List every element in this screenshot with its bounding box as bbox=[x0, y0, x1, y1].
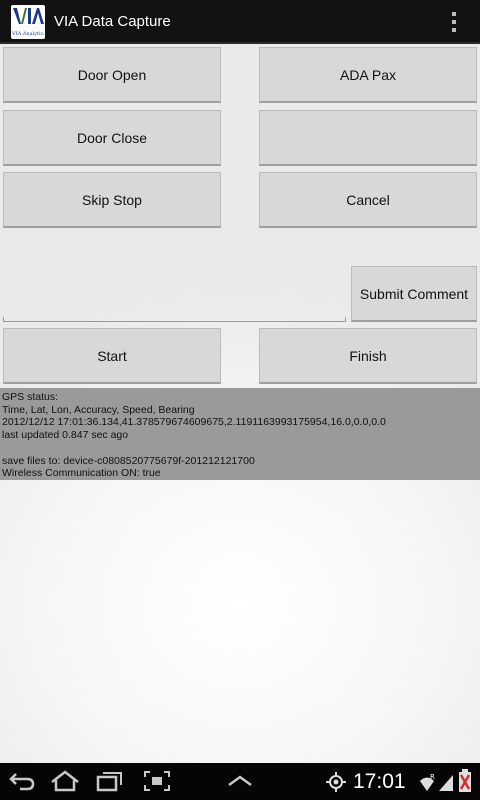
ada-pax-button[interactable]: ADA Pax bbox=[259, 47, 477, 103]
action-bar: VIA Analytics VIA Data Capture bbox=[0, 0, 480, 44]
gps-values: 2012/12/12 17:01:36.134,41.3785796746096… bbox=[2, 416, 386, 428]
home-icon[interactable] bbox=[50, 770, 80, 792]
last-updated: last updated 0.847 sec ago bbox=[2, 429, 129, 441]
start-button[interactable]: Start bbox=[3, 328, 221, 384]
blank-button[interactable] bbox=[259, 110, 477, 166]
app-title: VIA Data Capture bbox=[54, 13, 171, 30]
save-files-path: save files to: device-c0808520775679f-20… bbox=[2, 455, 255, 467]
status-clock: 17:01 bbox=[353, 770, 406, 793]
wireless-status: Wireless Communication ON: true bbox=[2, 467, 161, 479]
menu-up-icon[interactable] bbox=[226, 773, 254, 789]
door-close-button[interactable]: Door Close bbox=[3, 110, 221, 166]
door-open-button[interactable]: Door Open bbox=[3, 47, 221, 103]
screenshot-icon[interactable] bbox=[143, 770, 171, 792]
main-content: Door Open ADA Pax Door Close Skip Stop C… bbox=[0, 44, 480, 763]
wifi-icon: R bbox=[420, 773, 435, 791]
gps-status-label: GPS status: bbox=[2, 391, 59, 403]
finish-button[interactable]: Finish bbox=[259, 328, 477, 384]
logo-subtext: VIA Analytics bbox=[12, 31, 44, 37]
skip-stop-button[interactable]: Skip Stop bbox=[3, 172, 221, 228]
back-icon[interactable] bbox=[8, 770, 36, 792]
status-panel: GPS status: Time, Lat, Lon, Accuracy, Sp… bbox=[0, 388, 480, 480]
submit-comment-button[interactable]: Submit Comment bbox=[351, 266, 477, 322]
recent-apps-icon[interactable] bbox=[96, 770, 124, 792]
app-logo: VIA Analytics bbox=[11, 5, 45, 39]
gps-fields-header: Time, Lat, Lon, Accuracy, Speed, Bearing bbox=[2, 404, 195, 416]
cancel-button[interactable]: Cancel bbox=[259, 172, 477, 228]
comment-input[interactable] bbox=[3, 306, 346, 322]
overflow-menu-icon[interactable] bbox=[446, 10, 462, 34]
system-nav-bar: 17:01 R bbox=[0, 763, 480, 800]
battery-icon bbox=[459, 769, 471, 792]
signal-icon bbox=[439, 775, 453, 791]
app-root: VIA Analytics VIA Data Capture Door Open… bbox=[0, 0, 480, 800]
svg-text:R: R bbox=[430, 773, 435, 781]
gps-icon bbox=[326, 772, 346, 792]
